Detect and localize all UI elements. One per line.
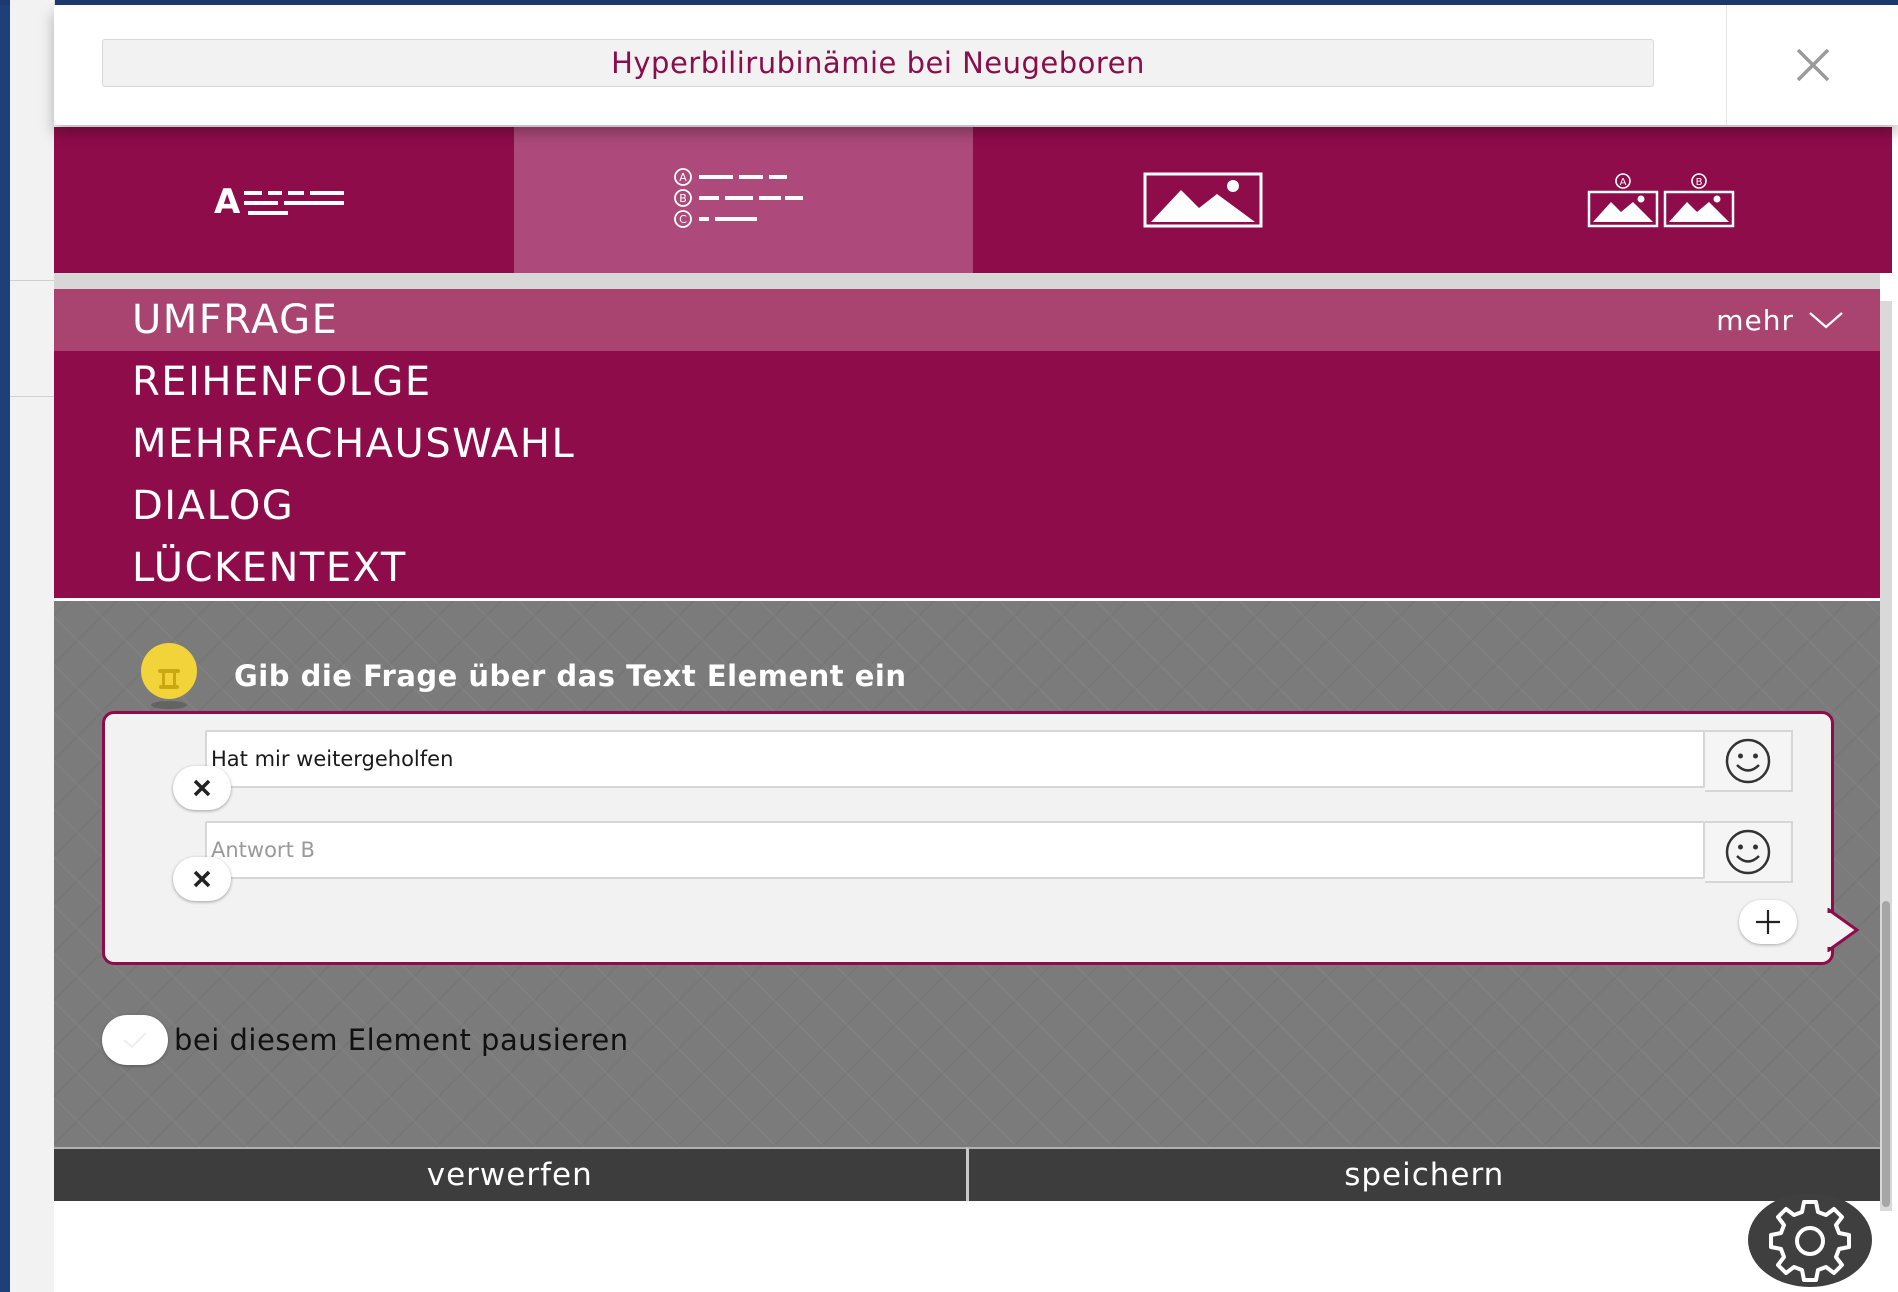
gear-icon [1769,1200,1851,1282]
type-item-lueckentext[interactable]: LÜCKENTEXT [54,537,1880,599]
emoji-button[interactable] [1705,821,1793,883]
add-answer-button[interactable] [1739,900,1797,944]
close-icon [1796,48,1830,82]
tab-image[interactable] [973,127,1433,273]
more-dropdown[interactable]: mehr [1716,289,1844,351]
tab-divider [54,273,1880,289]
image-ab-icon: A B [1588,173,1735,228]
type-item-dialog[interactable]: DIALOG [54,475,1880,537]
close-icon [193,870,211,888]
pause-option: bei diesem Element pausieren [102,1015,629,1065]
scrollbar-thumb[interactable] [1882,901,1890,1207]
answer-row [173,730,1807,810]
pause-label: bei diesem Element pausieren [174,1023,629,1057]
hint-text: Gib die Frage über das Text Element ein [234,659,907,693]
svg-text:A: A [214,182,241,222]
svg-text:B: B [679,192,687,205]
answer-card [102,711,1860,965]
type-item-label: MEHRFACHAUSWAHL [132,421,576,467]
chevron-down-icon [1809,312,1843,329]
more-label: mehr [1716,303,1794,337]
type-item-umfrage[interactable]: UMFRAGE mehr [54,289,1880,351]
close-button[interactable] [1726,5,1898,125]
svg-text:A: A [679,171,687,184]
remove-answer-button[interactable] [173,857,231,901]
editor-content: Gib die Frage über das Text Element ein [54,601,1880,1147]
image-icon [1143,172,1263,228]
question-type-list: UMFRAGE mehr REIHENFOLGE MEHRFACHAUSWAHL… [54,289,1880,601]
tab-image-choice[interactable]: A B [1432,127,1892,273]
scrollbar[interactable] [1880,301,1892,1211]
text-lines-icon: A [214,182,344,222]
editor-modal: Hyperbilirubinämie bei Neugeboren A A B … [54,5,1898,1292]
pause-toggle[interactable] [102,1015,168,1065]
discard-button[interactable]: verwerfen [54,1147,966,1201]
modal-header: Hyperbilirubinämie bei Neugeboren [54,5,1898,125]
type-item-reihenfolge[interactable]: REIHENFOLGE [54,351,1880,413]
remove-answer-button[interactable] [173,766,231,810]
smiley-icon [1725,738,1771,784]
svg-text:A: A [1620,177,1627,188]
type-item-label: REIHENFOLGE [132,359,432,405]
card-pointer [1827,908,1860,952]
type-item-label: DIALOG [132,483,295,529]
checkmark-icon [123,1032,147,1049]
type-item-label: LÜCKENTEXT [132,545,407,591]
element-type-tabs: A A B C A B [54,127,1892,273]
save-button[interactable]: speichern [965,1147,1880,1201]
modal-title: Hyperbilirubinämie bei Neugeboren [102,39,1654,87]
plus-icon [1756,910,1780,934]
lightbulb-icon [141,643,197,709]
svg-text:B: B [1696,177,1703,188]
tab-text[interactable]: A [54,127,514,273]
type-item-label: UMFRAGE [132,297,339,343]
settings-button[interactable] [1748,1193,1872,1287]
svg-text:C: C [679,213,687,226]
answer-input-a[interactable] [205,730,1705,788]
emoji-button[interactable] [1705,730,1793,792]
answer-row [173,821,1807,901]
hint: Gib die Frage über das Text Element ein [134,641,907,711]
tab-multiple-choice[interactable]: A B C [513,127,973,273]
action-bar: verwerfen speichern [54,1147,1880,1201]
answer-input-b[interactable] [205,821,1705,879]
type-item-mehrfachauswahl[interactable]: MEHRFACHAUSWAHL [54,413,1880,475]
smiley-icon [1725,829,1771,875]
close-icon [193,779,211,797]
abc-list-icon: A B C [674,168,804,228]
background-panel-edge [10,0,55,1292]
